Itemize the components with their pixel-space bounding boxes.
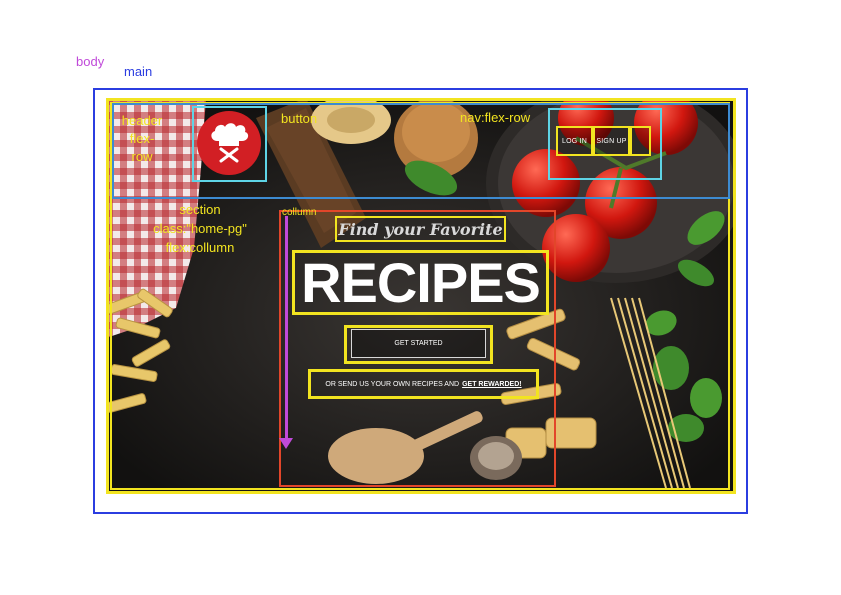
nav-annotation-label: nav:flex-row xyxy=(460,110,531,125)
kicker-outline xyxy=(335,216,506,242)
column-direction-arrow xyxy=(285,216,288,440)
arrow-head-icon xyxy=(279,438,293,449)
button-annotation-label: button xyxy=(281,111,318,126)
send-recipes-outline xyxy=(308,369,539,399)
annotation-line: class:"home-pg" xyxy=(153,221,247,236)
title-outline xyxy=(292,250,549,315)
annotation-line: row xyxy=(131,149,153,164)
section-annotation-label: section class:"home-pg" flex:collumn xyxy=(136,200,264,257)
column-annotation-label: collumn xyxy=(282,207,317,218)
annotation-line: header xyxy=(121,113,163,128)
nav-extra-button[interactable] xyxy=(630,126,651,156)
annotation-line: section xyxy=(179,202,221,217)
signup-button[interactable]: SIGN UP xyxy=(593,126,630,156)
get-started-outline xyxy=(344,325,493,364)
login-button[interactable]: LOG IN xyxy=(556,126,593,156)
annotation-line: flex- xyxy=(129,131,155,146)
body-annotation-label: body xyxy=(76,54,105,69)
main-annotation-label: main xyxy=(124,64,153,79)
header-annotation-label: header flex-row xyxy=(114,112,170,166)
annotation-line: flex:collumn xyxy=(165,240,235,255)
logo-button-outline xyxy=(192,106,267,182)
